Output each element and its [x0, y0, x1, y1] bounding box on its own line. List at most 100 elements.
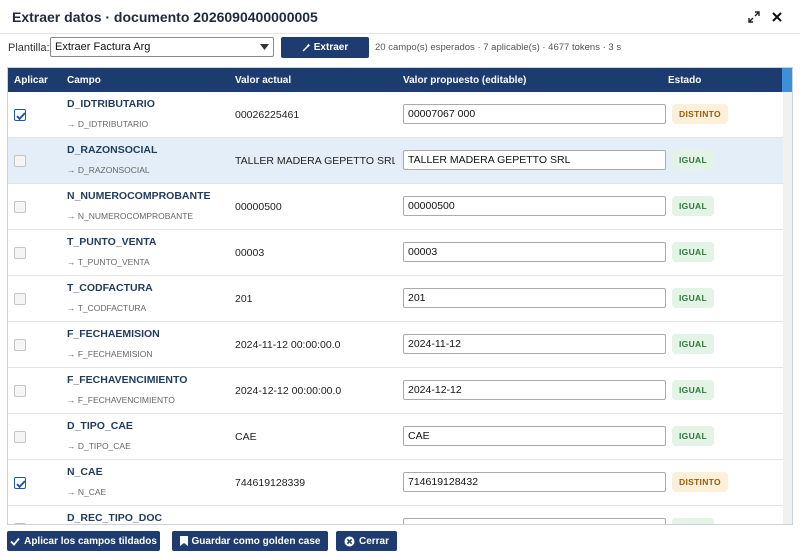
header-apply: Aplicar [14, 75, 48, 86]
apply-checked-button[interactable]: Aplicar los campos tildados [7, 531, 160, 551]
proposed-value-input[interactable] [403, 288, 666, 308]
field-name: T_CODFACTURA [67, 282, 153, 294]
current-value: 2024-11-12 00:00:00.0 [235, 339, 341, 351]
table-row: D_IDTRIBUTARIO → D_IDTRIBUTARIO 0002622546… [8, 92, 783, 138]
status-badge: IGUAL [672, 150, 714, 170]
proposed-value-input[interactable] [403, 196, 666, 216]
field-name: D_IDTRIBUTARIO [67, 98, 155, 110]
apply-checkbox[interactable] [14, 247, 26, 259]
field-mapping: → N_CAE [67, 487, 107, 497]
template-select-value: Extraer Factura Arg [55, 41, 151, 53]
status-badge: IGUAL [672, 334, 714, 354]
proposed-value-input[interactable] [403, 518, 666, 524]
bookmark-icon [179, 536, 188, 546]
scrollbar-thumb[interactable] [782, 68, 792, 92]
proposed-value-input[interactable] [403, 104, 666, 124]
table-row: T_PUNTO_VENTA → T_PUNTO_VENTA 00003 IGUAL [8, 230, 783, 276]
field-name: N_CAE [67, 466, 103, 478]
save-golden-case-label: Guardar como golden case [191, 535, 321, 547]
status-badge: IGUAL [672, 518, 714, 524]
status-badge: IGUAL [672, 242, 714, 262]
extract-button-label: Extraer [313, 42, 349, 53]
field-mapping: → F_FECHAVENCIMIENTO [67, 395, 175, 405]
table-row: F_FECHAEMISION → F_FECHAEMISION 2024-11-12… [8, 322, 783, 368]
proposed-value-input[interactable] [403, 150, 666, 170]
header-status: Estado [668, 75, 702, 86]
apply-checkbox[interactable] [14, 339, 26, 351]
field-name: N_NUMEROCOMPROBANTE [67, 190, 211, 202]
field-name: T_PUNTO_VENTA [67, 236, 157, 248]
current-value: 00000500 [235, 201, 282, 213]
expand-button[interactable] [744, 7, 764, 27]
apply-checkbox[interactable] [14, 109, 26, 121]
apply-checkbox[interactable] [14, 523, 26, 524]
field-name: D_TIPO_CAE [67, 420, 133, 432]
apply-checked-label: Aplicar los campos tildados [24, 535, 157, 547]
close-dialog-button[interactable]: Cerrar [336, 531, 397, 551]
table-row: D_RAZONSOCIAL → D_RAZONSOCIAL TALLER MADER… [8, 138, 783, 184]
proposed-value-input[interactable] [403, 242, 666, 262]
current-value: 2024-12-12 00:00:00.0 [235, 385, 342, 397]
field-mapping: → D_TIPO_CAE [67, 441, 131, 451]
template-label: Plantilla: [8, 42, 50, 54]
table-body: D_IDTRIBUTARIO → D_IDTRIBUTARIO 0002622546… [8, 92, 783, 524]
current-value: TALLER MADERA GEPETTO SRL [235, 155, 395, 167]
table-row: D_TIPO_CAE → D_TIPO_CAE CAE IGUAL [8, 414, 783, 460]
close-button[interactable] [767, 7, 787, 27]
check-icon [10, 537, 20, 546]
field-mapping: → N_NUMEROCOMPROBANTE [67, 211, 194, 221]
table-row: N_CAE → N_CAE 744619128339 DISTINTO [8, 460, 783, 506]
checkmark-icon [16, 112, 26, 121]
status-badge: DISTINTO [672, 104, 728, 124]
wand-icon [302, 43, 311, 52]
current-value: 00026225461 [235, 109, 300, 121]
header-field: Campo [67, 75, 101, 86]
apply-checkbox[interactable] [14, 431, 26, 443]
field-name: D_RAZONSOCIAL [67, 144, 158, 156]
title-bar: Extraer datos · documento 20260904000000… [0, 0, 800, 34]
field-name: D_REC_TIPO_DOC [67, 512, 163, 524]
header-proposed: Valor propuesto (editable) [403, 75, 527, 86]
close-dialog-label: Cerrar [358, 535, 390, 547]
current-value: 00003 [235, 247, 265, 259]
field-name: F_FECHAVENCIMIENTO [67, 374, 188, 386]
table-row: T_CODFACTURA → T_CODFACTURA 201 IGUAL [8, 276, 783, 322]
table-row: D_REC_TIPO_DOC IGUAL [8, 506, 783, 524]
expand-icon [748, 11, 760, 23]
status-badge: IGUAL [672, 380, 714, 400]
field-mapping: → T_PUNTO_VENTA [67, 257, 150, 267]
close-icon [772, 12, 782, 22]
status-badge: DISTINTO [672, 472, 728, 492]
table-row: F_FECHAVENCIMIENTO → F_FECHAVENCIMIENTO 20… [8, 368, 783, 414]
current-value: 744619128339 [235, 477, 306, 489]
apply-checkbox[interactable] [14, 155, 26, 167]
apply-checkbox[interactable] [14, 477, 26, 489]
proposed-value-input[interactable] [403, 334, 666, 354]
proposed-value-input[interactable] [403, 426, 666, 446]
dialog-title: Extraer datos · documento 20260904000000… [12, 9, 318, 25]
extract-button[interactable]: Extraer [281, 37, 369, 58]
field-mapping: → D_RAZONSOCIAL [67, 165, 150, 175]
field-name: F_FECHAEMISION [67, 328, 160, 340]
apply-checkbox[interactable] [14, 293, 26, 305]
field-mapping: → D_IDTRIBUTARIO [67, 119, 149, 129]
scrollbar[interactable] [782, 68, 792, 524]
toolbar: Plantilla: Extraer Factura Arg Extraer 2… [0, 34, 800, 64]
header-current: Valor actual [235, 75, 292, 86]
fields-table: Aplicar Campo Valor actual Valor propues… [7, 67, 793, 525]
status-badge: IGUAL [672, 426, 714, 446]
table-header: Aplicar Campo Valor actual Valor propues… [8, 68, 783, 92]
apply-checkbox[interactable] [14, 385, 26, 397]
checkmark-icon [16, 480, 26, 489]
status-badge: IGUAL [672, 288, 714, 308]
chevron-down-icon [255, 38, 273, 56]
footer: Aplicar los campos tildados Guardar como… [0, 528, 800, 559]
proposed-value-input[interactable] [403, 380, 666, 400]
apply-checkbox[interactable] [14, 201, 26, 213]
save-golden-case-button[interactable]: Guardar como golden case [172, 531, 328, 551]
current-value: CAE [235, 431, 257, 443]
extraction-stats: 20 campo(s) esperados · 7 aplicable(s) ·… [375, 42, 622, 53]
template-select[interactable]: Extraer Factura Arg [50, 37, 274, 57]
current-value: 201 [235, 293, 253, 305]
proposed-value-input[interactable] [403, 472, 666, 492]
